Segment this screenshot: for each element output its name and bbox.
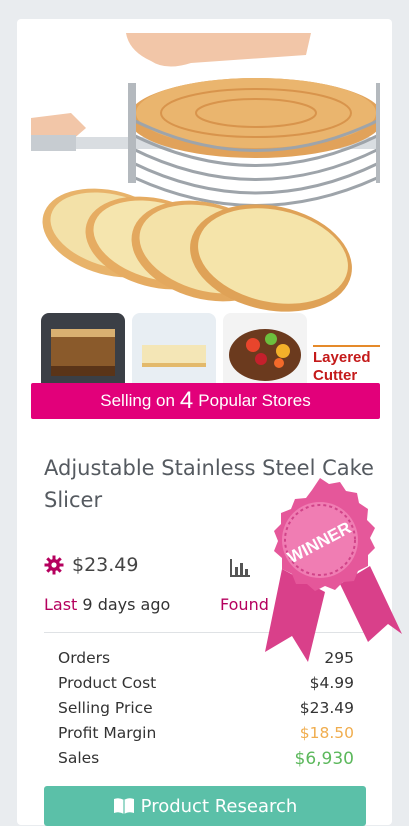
caption-line-1: Layered xyxy=(313,349,371,366)
button-label: Product Research xyxy=(140,795,298,817)
banner-suffix: Popular Stores xyxy=(198,391,311,410)
stat-selling-price: Selling Price $23.49 xyxy=(58,699,354,724)
gear-icon xyxy=(44,555,64,575)
stat-label: Profit Margin xyxy=(58,724,157,742)
stat-product-cost: Product Cost $4.99 xyxy=(58,674,354,699)
cake-slicer-illustration xyxy=(31,33,380,383)
layered-cutter-caption: Layered Cutter xyxy=(313,345,380,383)
stat-value: $6,930 xyxy=(294,749,354,769)
product-research-button[interactable]: Product Research xyxy=(44,786,366,826)
product-price: $23.49 xyxy=(72,554,139,576)
stat-profit-margin: Profit Margin $18.50 xyxy=(58,724,354,749)
stats-table: Orders 295 Product Cost $4.99 Selling Pr… xyxy=(58,649,354,774)
stat-value: $4.99 xyxy=(309,674,354,692)
stat-sales: Sales $6,930 xyxy=(58,749,354,774)
last-seen: Last 9 days ago xyxy=(44,595,170,614)
last-label: Last xyxy=(44,595,78,614)
stat-value: $18.50 xyxy=(299,724,354,742)
caption-line-2: Cutter xyxy=(313,367,358,383)
store-count: 4 xyxy=(179,387,194,414)
stat-value: $23.49 xyxy=(299,699,354,717)
winner-ribbon-badge: WINNER xyxy=(265,478,402,662)
stat-label: Orders xyxy=(58,649,111,667)
selling-stores-banner: Selling on 4 Popular Stores xyxy=(31,383,380,419)
price-row: $23.49 xyxy=(44,554,138,576)
stat-label: Product Cost xyxy=(58,674,157,692)
stat-label: Selling Price xyxy=(58,699,153,717)
last-value: 9 days ago xyxy=(82,595,171,614)
product-image[interactable]: Layered Cutter xyxy=(31,33,380,383)
book-icon xyxy=(113,798,134,814)
banner-prefix: Selling on xyxy=(100,391,175,410)
stat-label: Sales xyxy=(58,749,100,767)
product-card: Layered Cutter Selling on 4 Popular Stor… xyxy=(17,19,392,826)
